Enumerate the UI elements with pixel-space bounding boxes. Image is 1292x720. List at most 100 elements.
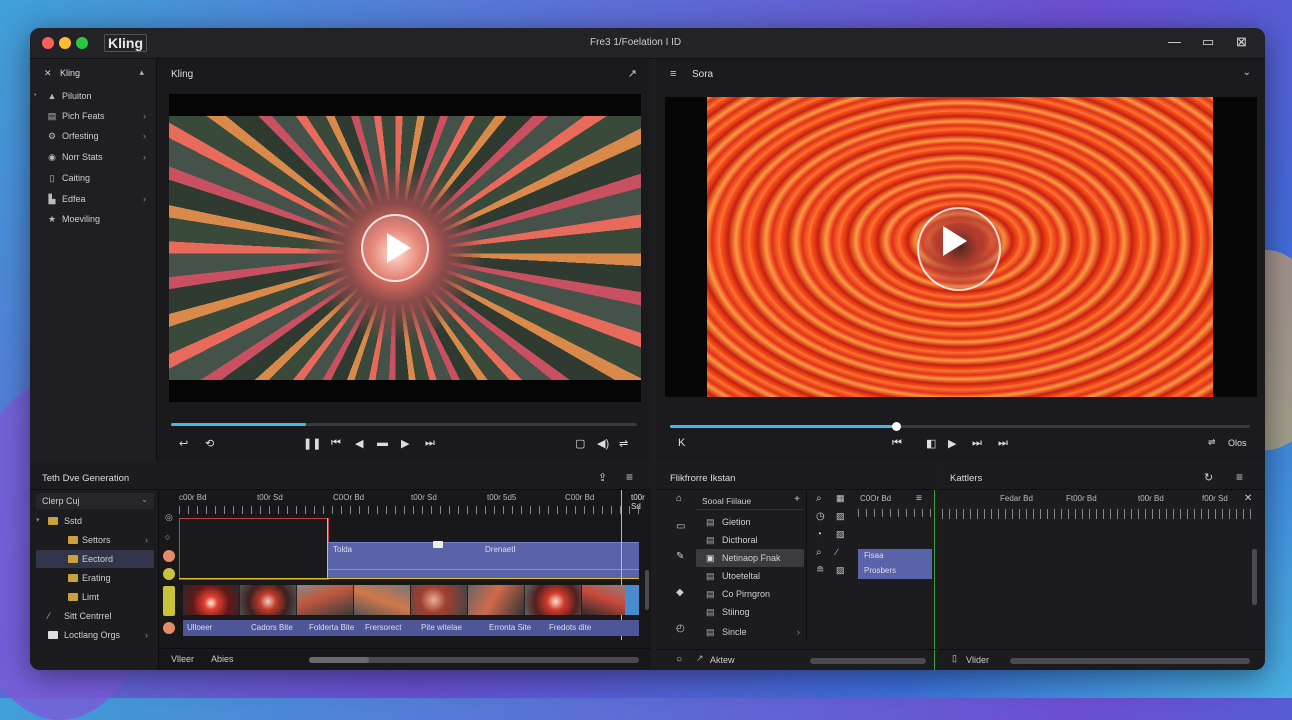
caption-track[interactable]: Ulloeer Cadors Bite Folderta Bite Frerso… (183, 620, 639, 636)
skip-start-icon[interactable]: ⏮ (331, 437, 341, 450)
horizontal-scrollbar[interactable] (1010, 658, 1250, 664)
rewind-icon[interactable]: ◀ (355, 437, 363, 450)
image-icon[interactable]: ▨ (836, 565, 845, 576)
sidebar-item-edfea[interactable]: ▙ Edfea › (30, 190, 156, 208)
back-icon[interactable]: ↩ (179, 437, 188, 450)
collapse-icon[interactable]: ⌄ (1243, 67, 1251, 78)
sora-scrubber[interactable] (670, 422, 1250, 431)
footer-label[interactable]: Vlider (966, 655, 989, 665)
caption-clip[interactable]: Ulloeer (187, 623, 212, 632)
timeline-ruler[interactable]: c00r Bd t00r Sd C0Or Bd t00r Sd t00r 5d5… (179, 490, 645, 516)
list-item-stiinog[interactable]: ▤ Stiinog (696, 603, 804, 621)
time-icon[interactable]: ◷ (816, 511, 825, 522)
video-thumbnail[interactable] (297, 585, 354, 615)
keyframe-icon[interactable]: K (678, 437, 685, 449)
video-thumbnail[interactable] (240, 585, 297, 615)
play-icon[interactable] (917, 207, 1001, 291)
search-icon[interactable]: ⌕ (816, 493, 822, 504)
arrow-icon[interactable]: ↗ (696, 653, 704, 664)
list-header[interactable]: Sooal Fiilaue + (696, 493, 804, 510)
sora-video[interactable] (665, 97, 1257, 397)
circle-icon[interactable]: ○ (676, 654, 682, 665)
record-icon[interactable] (163, 622, 175, 634)
settings-slider-icon[interactable]: ⇌ (619, 437, 628, 450)
clock-icon[interactable]: ◔ (816, 529, 822, 540)
track-lock-icon[interactable]: ◎ (165, 512, 173, 523)
caption-clip[interactable]: Folderta Bite (309, 623, 354, 632)
caption-clip[interactable]: Cadors Bite (251, 623, 293, 632)
close-icon[interactable]: ⊠ (1236, 34, 1247, 50)
fullscreen-icon[interactable]: ▢ (575, 437, 585, 450)
frame-back-icon[interactable]: ◧ (926, 437, 936, 450)
clock-icon[interactable]: ◴ (676, 623, 685, 634)
list-item-gietion[interactable]: ▤ Gietion (696, 513, 804, 531)
video-thumbnail[interactable] (468, 585, 525, 615)
brush-icon[interactable]: ✎ (676, 551, 684, 562)
minimize-icon[interactable]: — (1168, 34, 1181, 49)
loop-icon[interactable]: ⟲ (205, 437, 214, 450)
tree-item-settors[interactable]: Settors › (36, 531, 154, 549)
video-track[interactable] (183, 585, 639, 615)
home-icon[interactable]: ⌂ (676, 493, 682, 504)
scrubber-knob[interactable] (892, 422, 902, 431)
next-icon[interactable]: ⏭ (998, 437, 1008, 450)
tree-item-sstd[interactable]: ▾ Sstd (36, 512, 154, 530)
play-button-icon[interactable]: ▶ (948, 437, 956, 450)
track-end-handle[interactable] (625, 585, 639, 615)
menu-icon[interactable]: ≡ (670, 68, 676, 80)
pin-icon[interactable]: ◆ (676, 587, 684, 598)
solo-icon[interactable] (163, 568, 175, 580)
restore-icon[interactable]: ▭ (1202, 34, 1214, 50)
image-icon[interactable]: ▨ (836, 511, 845, 522)
sidebar-item-orfesting[interactable]: ⚙ Orfesting › (30, 127, 156, 145)
footer-abies-label[interactable]: Abies (211, 654, 234, 664)
tree-item-limt[interactable]: Limt (36, 588, 154, 606)
list-item-co-pirngron[interactable]: ▤ Co Pirngron (696, 585, 804, 603)
sidebar-item-norr-stats[interactable]: ◉ Norr Stats › (30, 148, 156, 166)
project-dropdown[interactable]: Clerp Cuj ⌄ (36, 493, 154, 509)
play-button-icon[interactable]: ▶ (401, 437, 409, 450)
list-item-sincle[interactable]: ▤ Sincle › (696, 623, 804, 641)
scroll-thumb[interactable] (309, 657, 369, 663)
empty-clip-region[interactable] (179, 518, 329, 580)
sidebar-collapse-icon[interactable]: ✕ (44, 68, 52, 79)
keyframe-clip[interactable]: Fisaa Prosbers (858, 549, 932, 579)
minimize-dot[interactable] (59, 37, 71, 49)
close-dot[interactable] (42, 37, 54, 49)
audio-clip[interactable]: Tolda Drenaetl (327, 541, 639, 579)
skip-end-icon[interactable]: ⏭ (425, 437, 435, 450)
kling-video[interactable] (169, 94, 641, 402)
menu-icon[interactable]: ≡ (626, 470, 633, 484)
list-item-utoeteltal[interactable]: ▤ Utoeteltal (696, 567, 804, 585)
sidebar-item-piluiton[interactable]: • ▲ Piluiton (30, 87, 156, 105)
options-label[interactable]: Olos (1228, 438, 1247, 448)
chat-icon[interactable]: ▭ (676, 521, 685, 532)
sidebar-item-moeviling[interactable]: ★ Moeviling (30, 210, 156, 228)
caption-clip[interactable]: Erronta Site (489, 623, 531, 632)
list-item-dicthoral[interactable]: ▤ Dicthoral (696, 531, 804, 549)
footer-label[interactable]: Aktew (710, 655, 735, 665)
caption-clip[interactable]: Frersorect (365, 623, 401, 632)
skip-start-icon[interactable]: ⏮ (892, 437, 902, 450)
video-thumbnail[interactable] (411, 585, 468, 615)
layers-icon[interactable]: ≘ (816, 565, 824, 576)
stop-icon[interactable]: ▬ (377, 437, 388, 449)
playhead[interactable] (327, 518, 328, 578)
media-icon[interactable]: ▦ (836, 493, 845, 504)
play-icon[interactable] (361, 214, 429, 282)
tree-item-sitt-centrrel[interactable]: ⁄ Sitt Centrrel (36, 607, 154, 625)
horizontal-scrollbar[interactable] (810, 658, 926, 664)
grid-icon[interactable]: ▯ (952, 653, 957, 664)
sidebar-caret-icon[interactable]: ▴ (139, 67, 144, 78)
list-item-netinaop-fnak[interactable]: ▣ Netinaop Fnak (696, 549, 804, 567)
settings-slider-icon[interactable]: ⇌ (1208, 437, 1216, 448)
tree-item-erating[interactable]: Erating (36, 569, 154, 587)
sidebar-item-caiting[interactable]: ▯ Caiting (30, 169, 156, 187)
track-visibility-icon[interactable]: ○ (165, 532, 170, 542)
sidebar-item-pich-feats[interactable]: ▤ Pich Feats › (30, 107, 156, 125)
tree-item-eectord[interactable]: Eectord (36, 550, 154, 568)
close-icon[interactable]: ✕ (1244, 493, 1252, 504)
vertical-scrollbar[interactable] (645, 570, 649, 610)
horizontal-scrollbar[interactable] (309, 657, 639, 663)
kling-scrubber[interactable] (171, 423, 637, 426)
